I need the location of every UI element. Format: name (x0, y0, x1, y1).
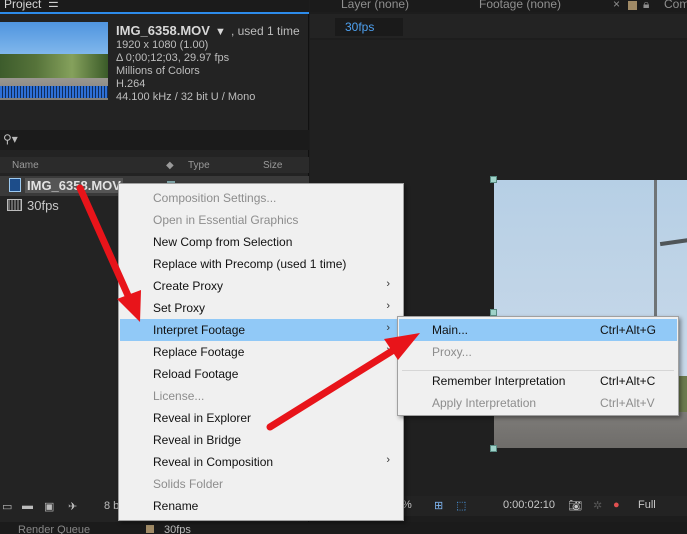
interpret-footage-submenu: Main... Ctrl+Alt+G Proxy... Remember Int… (397, 316, 679, 416)
transform-handle[interactable] (490, 176, 497, 183)
color-channel-icon[interactable]: ● (613, 499, 620, 511)
footage-resolution: 1920 x 1080 (1.00) (116, 39, 209, 51)
column-name[interactable]: Name (12, 160, 39, 171)
project-column-header: Name ◆ Type Size (0, 157, 309, 173)
search-icon[interactable]: ⚲▾ (3, 132, 18, 146)
menu-item-new-comp-from-selection[interactable]: New Comp from Selection (120, 231, 402, 253)
footage-filename: IMG_6358.MOV (116, 23, 210, 38)
menu-item-replace-with-precomp[interactable]: Replace with Precomp (used 1 time) (120, 253, 402, 275)
comp-label-swatch (628, 1, 637, 10)
camera-icon[interactable]: 📷︎ (568, 499, 582, 512)
menu-item-reveal-in-bridge[interactable]: Reveal in Bridge (120, 429, 402, 451)
dropdown-triangle-icon[interactable]: ▼ (215, 26, 226, 38)
close-icon[interactable]: × (613, 0, 620, 11)
new-comp-icon[interactable]: ▣ (44, 500, 58, 513)
audio-waveform (0, 86, 108, 98)
tab-composition[interactable]: Com (664, 0, 687, 11)
shortcut-label: Ctrl+Alt+G (600, 323, 657, 337)
panel-focus-line (0, 12, 309, 14)
submenu-arrow-icon: › (386, 454, 390, 466)
menu-item-open-essential-graphics[interactable]: Open in Essential Graphics (120, 209, 402, 231)
shortcut-label: Ctrl+Alt+C (600, 374, 656, 388)
menu-item-interpret-footage[interactable]: Interpret Footage › (120, 319, 402, 341)
viewer-header: Layer (none) Footage (none) × 🔒︎ Com (310, 0, 687, 12)
menu-item-reveal-in-composition[interactable]: Reveal in Composition › (120, 451, 402, 473)
tab-timeline-30fps[interactable]: 30fps (164, 524, 191, 534)
column-size[interactable]: Size (263, 160, 282, 171)
footage-file-icon (9, 178, 21, 192)
project-item-label: 30fps (27, 198, 59, 213)
hamburger-icon[interactable]: ☰ (48, 0, 59, 10)
region-of-interest-icon[interactable]: ⬚ (456, 499, 466, 512)
menu-item-license[interactable]: License... (120, 385, 402, 407)
footage-info: IMG_6358.MOV ▼ , used 1 time 1920 x 1080… (116, 24, 300, 104)
footage-usage: , used 1 time (230, 24, 300, 38)
menu-item-set-proxy[interactable]: Set Proxy › (120, 297, 402, 319)
comp-tab-bar: 30fps (310, 14, 687, 38)
transform-handle[interactable] (490, 309, 497, 316)
composition-icon (7, 199, 22, 211)
footage-codec: H.264 (116, 78, 146, 90)
submenu-arrow-icon: › (386, 322, 390, 334)
menu-item-reload-footage[interactable]: Reload Footage (120, 363, 402, 385)
show-snapshot-icon[interactable]: ✲ (593, 499, 602, 512)
footage-audio: 44.100 kHz / 32 bit U / Mono (116, 91, 256, 103)
transform-handle[interactable] (490, 445, 497, 452)
lock-icon[interactable]: 🔒︎ (643, 0, 649, 12)
submenu-arrow-icon: › (386, 278, 390, 290)
menu-item-rename[interactable]: Rename (120, 495, 402, 517)
footage-colors: Millions of Colors (116, 65, 200, 77)
menu-item-create-proxy[interactable]: Create Proxy › (120, 275, 402, 297)
tab-render-queue[interactable]: Render Queue (18, 524, 90, 534)
resolution-dropdown[interactable]: Full (638, 499, 656, 511)
interpret-footage-icon[interactable]: ▭ (2, 500, 16, 513)
submenu-item-main[interactable]: Main... Ctrl+Alt+G (399, 319, 677, 341)
footage-duration: Δ 0;00;12;03, 29.97 fps (116, 52, 230, 64)
submenu-item-apply-interpretation[interactable]: Apply Interpretation Ctrl+Alt+V (399, 392, 677, 414)
menu-item-replace-footage[interactable]: Replace Footage › (120, 341, 402, 363)
menu-item-reveal-in-explorer[interactable]: Reveal in Explorer (120, 407, 402, 429)
bottom-panel-tabs: Render Queue 30fps (0, 522, 687, 534)
tab-30fps[interactable]: 30fps (335, 18, 403, 36)
project-search-field[interactable]: ⚲▾ (0, 130, 309, 150)
project-panel-title[interactable]: Project (4, 0, 41, 11)
project-panel-header: Project ☰ (0, 0, 309, 12)
tab-footage[interactable]: Footage (none) (479, 0, 561, 11)
menu-item-composition-settings[interactable]: Composition Settings... (120, 187, 402, 209)
comp-label-swatch (146, 525, 154, 533)
menu-item-solids-folder[interactable]: Solids Folder (120, 473, 402, 495)
project-settings-icon[interactable]: ✈ (68, 500, 82, 513)
submenu-arrow-icon: › (386, 300, 390, 312)
current-time[interactable]: 0:00:02:10 (503, 499, 555, 511)
submenu-arrow-icon: › (386, 344, 390, 356)
shortcut-label: Ctrl+Alt+V (600, 396, 655, 410)
label-tag-icon[interactable]: ◆ (166, 160, 174, 171)
context-menu: Composition Settings... Open in Essentia… (118, 183, 404, 521)
submenu-item-remember-interpretation[interactable]: Remember Interpretation Ctrl+Alt+C (399, 370, 677, 392)
submenu-item-proxy[interactable]: Proxy... (399, 341, 677, 363)
new-folder-icon[interactable]: ▬ (22, 500, 36, 512)
grid-toggle-icon[interactable]: ⊞ (434, 499, 443, 512)
column-type[interactable]: Type (188, 160, 210, 171)
project-item-label: IMG_6358.MOV (25, 178, 123, 193)
tab-layer[interactable]: Layer (none) (341, 0, 409, 11)
